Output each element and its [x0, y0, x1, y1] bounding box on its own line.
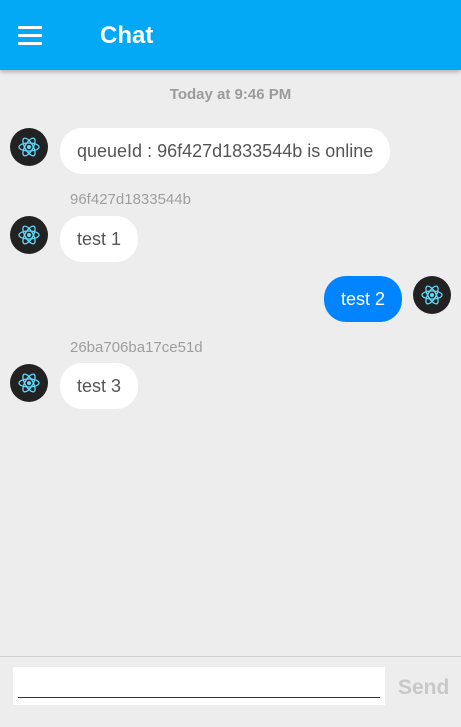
message-sender: 96f427d1833544b [70, 191, 191, 208]
message-bubble: test 1 [60, 216, 139, 262]
send-button[interactable]: Send [398, 676, 449, 700]
message-bubble: queueId : 96f427d1833544b is online [60, 128, 391, 174]
app-bar: Chat [0, 0, 461, 70]
react-atom-icon [18, 137, 40, 157]
react-atom-icon [18, 225, 40, 245]
avatar [10, 364, 48, 402]
avatar [413, 276, 451, 314]
hamburger-icon[interactable] [18, 26, 42, 46]
message-input[interactable] [18, 673, 380, 698]
avatar [10, 128, 48, 166]
message-sender: 26ba706ba17ce51d [70, 339, 203, 356]
message-bubble: test 3 [60, 363, 139, 409]
avatar [10, 216, 48, 254]
react-atom-icon [18, 373, 40, 393]
message-input-container [13, 667, 385, 705]
message-bubble-outgoing: test 2 [323, 276, 402, 322]
react-atom-icon [421, 285, 443, 305]
chat-timestamp: Today at 9:46 PM [169, 86, 292, 103]
message-composer: Send [0, 656, 461, 727]
page-title: Chat [100, 22, 154, 49]
